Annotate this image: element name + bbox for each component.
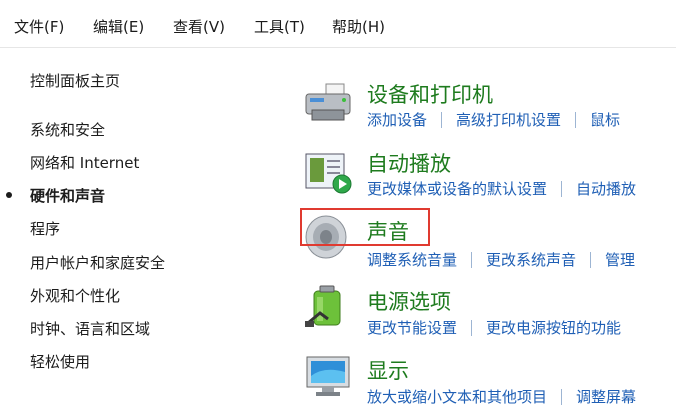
battery-power-icon[interactable] — [302, 283, 354, 331]
category-title-power-options[interactable]: 电源选项 — [367, 286, 451, 316]
link-separator — [471, 320, 473, 336]
autoplay-icon[interactable] — [302, 148, 354, 196]
sidebar-item-clock-language[interactable]: 时钟、语言和区域 — [30, 318, 150, 339]
link-adjust-volume[interactable]: 调整系统音量 — [367, 251, 457, 269]
link-autoplay[interactable]: 自动播放 — [576, 180, 636, 198]
category-links-power-options: 更改节能设置 更改电源按钮的功能 — [367, 317, 621, 338]
category-links-devices-printers: 添加设备 高级打印机设置 鼠标 — [367, 109, 620, 130]
sidebar-item-hardware-sound[interactable]: 硬件和声音 — [30, 185, 105, 206]
link-separator — [471, 252, 473, 268]
highlight-box — [300, 208, 430, 246]
monitor-icon[interactable] — [302, 352, 354, 400]
sidebar-home-link[interactable]: 控制面板主页 — [30, 70, 120, 91]
menu-tools[interactable]: 工具(T) — [254, 16, 305, 37]
link-separator — [575, 112, 577, 128]
link-manage-audio[interactable]: 管理 — [605, 251, 635, 269]
sidebar: 控制面板主页 系统和安全 网络和 Internet 硬件和声音 程序 用户帐户和… — [0, 48, 290, 416]
link-separator — [590, 252, 592, 268]
printer-device-icon[interactable] — [302, 78, 354, 126]
link-change-power-saving[interactable]: 更改节能设置 — [367, 319, 457, 337]
menu-file[interactable]: 文件(F) — [14, 16, 64, 37]
link-change-power-button[interactable]: 更改电源按钮的功能 — [486, 319, 621, 337]
menu-bar: 文件(F) 编辑(E) 查看(V) 工具(T) 帮助(H) — [0, 0, 676, 47]
sidebar-item-network[interactable]: 网络和 Internet — [30, 152, 139, 173]
active-item-bullet — [6, 192, 12, 198]
category-title-autoplay[interactable]: 自动播放 — [367, 148, 451, 178]
category-title-devices-printers[interactable]: 设备和打印机 — [367, 79, 493, 109]
menu-help[interactable]: 帮助(H) — [332, 16, 385, 37]
category-links-sound: 调整系统音量 更改系统声音 管理 — [367, 249, 635, 270]
link-advanced-printer-settings[interactable]: 高级打印机设置 — [456, 111, 561, 129]
category-title-display[interactable]: 显示 — [367, 355, 409, 385]
link-separator — [561, 181, 563, 197]
sidebar-item-appearance[interactable]: 外观和个性化 — [30, 285, 120, 306]
sidebar-item-programs[interactable]: 程序 — [30, 218, 60, 239]
link-add-device[interactable]: 添加设备 — [367, 111, 427, 129]
link-change-text-size[interactable]: 放大或缩小文本和其他项目 — [367, 388, 547, 406]
sidebar-item-system-security[interactable]: 系统和安全 — [30, 119, 105, 140]
link-change-media-defaults[interactable]: 更改媒体或设备的默认设置 — [367, 180, 547, 198]
link-change-system-sounds[interactable]: 更改系统声音 — [486, 251, 576, 269]
link-separator — [561, 389, 563, 405]
link-mouse[interactable]: 鼠标 — [590, 111, 620, 129]
link-adjust-resolution[interactable]: 调整屏幕 — [576, 388, 636, 406]
sidebar-item-user-accounts[interactable]: 用户帐户和家庭安全 — [30, 252, 165, 273]
category-links-display: 放大或缩小文本和其他项目 调整屏幕 — [367, 386, 636, 407]
menu-edit[interactable]: 编辑(E) — [93, 16, 144, 37]
link-separator — [441, 112, 443, 128]
menu-view[interactable]: 查看(V) — [173, 16, 225, 37]
category-links-autoplay: 更改媒体或设备的默认设置 自动播放 — [367, 178, 636, 199]
sidebar-item-ease-of-access[interactable]: 轻松使用 — [30, 351, 90, 372]
